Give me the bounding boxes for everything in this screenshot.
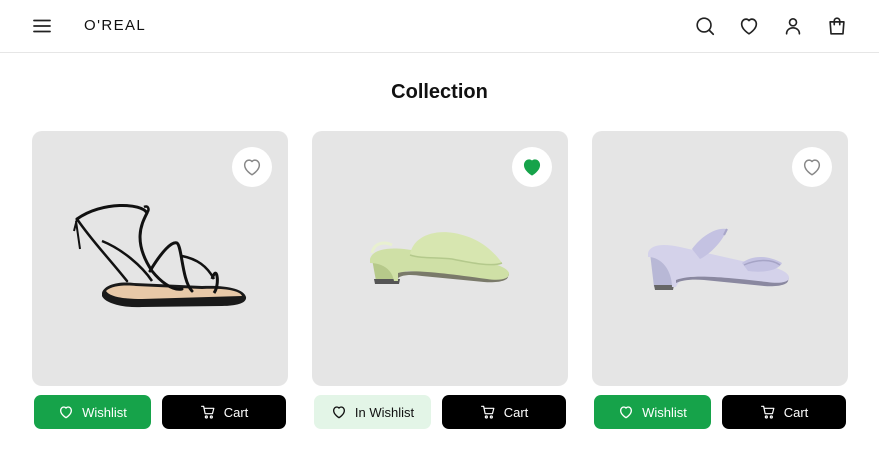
wishlist-button[interactable]: Wishlist — [594, 395, 711, 429]
cart-icon — [200, 405, 215, 419]
cart-label: Cart — [783, 404, 809, 420]
heart-filled-icon — [523, 159, 541, 176]
heart-outline-icon — [803, 159, 821, 176]
favorite-toggle-button[interactable] — [512, 147, 552, 187]
heart-icon — [332, 406, 345, 419]
add-to-cart-button[interactable]: Cart — [442, 395, 566, 429]
heart-outline-icon — [243, 159, 261, 176]
cart-label: Cart — [503, 404, 529, 420]
product-image[interactable] — [32, 131, 288, 386]
cart-label: Cart — [223, 404, 249, 420]
cart-icon — [480, 405, 495, 419]
user-icon[interactable] — [781, 14, 805, 38]
page-title: Collection — [391, 81, 488, 103]
wishlist-button[interactable]: Wishlist — [34, 395, 151, 429]
heart-icon — [60, 406, 73, 419]
hamburger-menu-icon[interactable] — [31, 15, 53, 37]
product-image[interactable] — [312, 131, 568, 386]
top-navbar: O'REAL — [0, 0, 879, 53]
bag-icon[interactable] — [825, 14, 849, 38]
search-icon[interactable] — [693, 14, 717, 38]
wishlist-label: In Wishlist — [354, 404, 415, 420]
wishlist-label: Wishlist — [642, 404, 687, 420]
in-wishlist-button[interactable]: In Wishlist — [314, 395, 431, 429]
wishlist-label: Wishlist — [82, 404, 127, 420]
cart-icon — [760, 405, 775, 419]
product-image[interactable] — [592, 131, 848, 386]
favorite-toggle-button[interactable] — [792, 147, 832, 187]
favorite-toggle-button[interactable] — [232, 147, 272, 187]
heart-icon — [620, 406, 633, 419]
heart-icon[interactable] — [737, 14, 761, 38]
add-to-cart-button[interactable]: Cart — [722, 395, 846, 429]
brand-logo[interactable]: O'REAL — [84, 16, 146, 36]
add-to-cart-button[interactable]: Cart — [162, 395, 286, 429]
